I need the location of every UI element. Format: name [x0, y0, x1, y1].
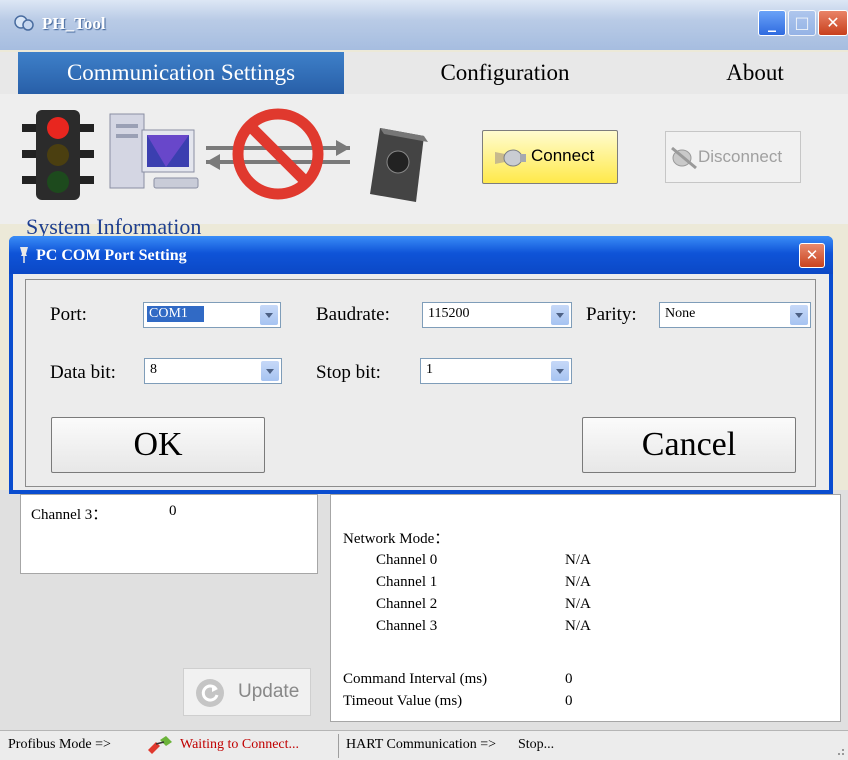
app-logo-icon: [14, 15, 34, 31]
hart-status: Stop...: [518, 737, 555, 752]
stop-bit-select[interactable]: 1: [420, 358, 572, 384]
close-icon: ✕: [805, 246, 819, 264]
data-bit-label: Data bit:: [50, 362, 116, 383]
baudrate-value: 115200: [428, 306, 470, 321]
channel-value: N/A: [565, 574, 591, 590]
timeout-label: Timeout Value (ms): [343, 693, 463, 709]
stop-bit-label: Stop bit:: [316, 362, 381, 383]
dialog-title-bar[interactable]: PC COM Port Setting ✕: [9, 236, 833, 274]
minimize-icon: _: [768, 13, 776, 32]
dialog-settings-pane: Port: COM1 Baudrate: 115200 Parity: None…: [25, 279, 816, 487]
unplug-icon: [671, 146, 697, 170]
chevron-down-icon: [551, 305, 569, 325]
status-bar: Profibus Mode => Waiting to Connect... H…: [0, 730, 848, 760]
parity-value: None: [665, 306, 696, 321]
maximize-button[interactable]: □: [788, 10, 816, 36]
title-bar[interactable]: PH_Tool _ □ ✕: [0, 0, 848, 50]
refresh-icon: [196, 679, 224, 707]
channel-value: N/A: [565, 618, 591, 634]
profibus-mode-label: Profibus Mode =>: [8, 737, 111, 752]
data-bit-select[interactable]: 8: [144, 358, 282, 384]
channel3-label: Channel 3：: [31, 507, 108, 523]
cancel-button[interactable]: Cancel: [582, 417, 796, 473]
parity-select[interactable]: None: [659, 302, 811, 328]
hart-communication-label: HART Communication =>: [346, 737, 497, 752]
port-value: COM1: [147, 306, 204, 322]
close-button[interactable]: ✕: [818, 10, 848, 36]
channel-value: N/A: [565, 552, 591, 568]
timeout-value: 0: [565, 693, 573, 709]
stop-bit-value: 1: [426, 362, 433, 377]
channel-name: Channel 0: [376, 552, 438, 568]
update-button[interactable]: Update: [183, 668, 311, 716]
plug-icon: [495, 149, 526, 167]
dialog-close-button[interactable]: ✕: [799, 243, 825, 268]
chevron-down-icon: [261, 361, 279, 381]
channel-status-box: Channel 3： 0: [20, 494, 318, 574]
baudrate-label: Baudrate:: [316, 304, 390, 325]
connect-button[interactable]: Connect: [482, 130, 618, 184]
status-divider: [338, 734, 339, 758]
command-interval-label: Command Interval (ms): [343, 671, 488, 687]
menu-bar: Communication Settings Configuration Abo…: [0, 52, 848, 94]
command-interval-value: 0: [565, 671, 573, 687]
network-mode-label: Network Mode：: [343, 531, 450, 547]
menu-communication-settings[interactable]: Communication Settings: [18, 52, 344, 94]
parity-label: Parity:: [586, 304, 637, 325]
app-window: PH_Tool _ □ ✕ Communication Settings Con…: [0, 0, 848, 760]
channel-name: Channel 1: [376, 574, 438, 590]
channel-name: Channel 3: [376, 618, 438, 634]
baudrate-select[interactable]: 115200: [422, 302, 572, 328]
disconnect-button[interactable]: Disconnect: [665, 131, 801, 183]
plug-status-icon: [148, 736, 172, 754]
menu-configuration[interactable]: Configuration: [420, 52, 590, 94]
channel3-value: 0: [169, 503, 177, 519]
port-select[interactable]: COM1: [143, 302, 281, 328]
data-bit-value: 8: [150, 362, 157, 377]
ok-button[interactable]: OK: [51, 417, 265, 473]
chevron-down-icon: [790, 305, 808, 325]
profibus-status: Waiting to Connect...: [180, 737, 300, 752]
channel-name: Channel 2: [376, 596, 438, 612]
minimize-button[interactable]: _: [758, 10, 786, 36]
traffic-light-icon: [22, 110, 94, 200]
channel-value: N/A: [565, 596, 591, 612]
dialog-title: PC COM Port Setting: [36, 247, 187, 264]
network-info-panel: Network Mode： Channel 0 N/A Channel 1 N/…: [330, 494, 841, 722]
close-icon: ✕: [826, 13, 840, 32]
computer-icon: [109, 113, 199, 189]
maximize-icon: □: [794, 13, 810, 32]
device-module-icon: [370, 128, 428, 202]
menu-about[interactable]: About: [700, 52, 810, 94]
disconnected-icon: [206, 108, 350, 200]
disconnect-label: Disconnect: [698, 147, 783, 166]
update-label: Update: [238, 681, 300, 702]
connect-label: Connect: [531, 146, 595, 165]
chevron-down-icon: [260, 305, 278, 325]
window-title: PH_Tool: [42, 14, 106, 33]
resize-grip-icon[interactable]: [832, 743, 846, 757]
pin-icon: [20, 247, 28, 263]
chevron-down-icon: [551, 361, 569, 381]
port-label: Port:: [50, 304, 87, 325]
